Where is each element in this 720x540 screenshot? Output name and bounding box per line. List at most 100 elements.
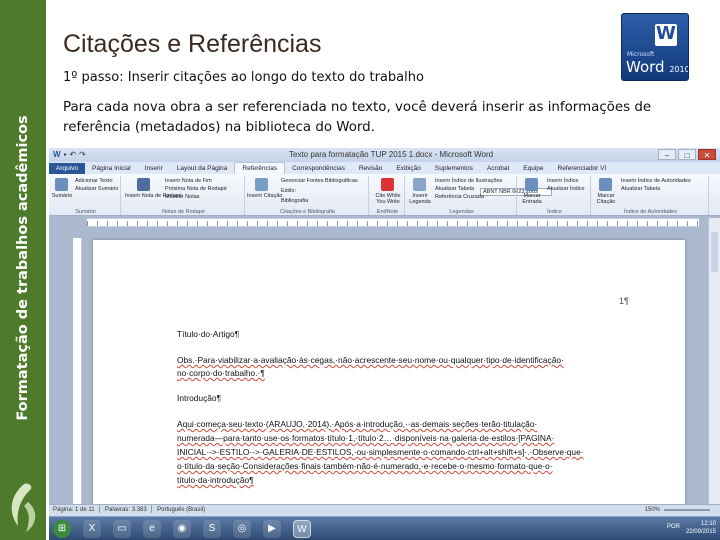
tray-clock[interactable]: 12:10 22/09/2015 (686, 520, 716, 536)
doc-line[interactable]: Título·do·Artigo¶ (177, 328, 239, 340)
word-w-icon: W (656, 23, 676, 44)
mark-entry-icon (525, 178, 538, 191)
slide: Formatação de trabalhos acadêmicos Citaç… (0, 0, 720, 540)
tray-locale[interactable]: POR (667, 524, 680, 530)
explorer-taskbar-icon[interactable]: ▭ (113, 520, 131, 538)
doc-line[interactable]: Obs.·Para·viabilizar·a·avaliação·às·cega… (177, 354, 564, 366)
tab-acrobat[interactable]: Acrobat (480, 163, 516, 174)
tab-suplementos[interactable]: Suplementos (428, 163, 480, 174)
ribbon-tabs: Arquivo Página Inicial Inserir Layout da… (49, 162, 720, 174)
tab-exibicao[interactable]: Exibição (389, 163, 428, 174)
leaf-logo-icon (11, 483, 36, 532)
window-controls: – □ ✕ (658, 149, 716, 160)
insert-footnote-button[interactable]: Inserir Nota de Rodapé (125, 193, 182, 199)
word-screenshot: W ▪ ↶ ↷ Texto para formatação TUP 2015 1… (49, 148, 720, 540)
cross-reference-button[interactable]: Referência Cruzada (435, 194, 484, 201)
status-language[interactable]: Português (Brasil) (157, 507, 205, 513)
group-indice: Marcar Entrada Inserir Índice Atualizar … (519, 176, 591, 215)
redo-icon[interactable]: ↷ (79, 150, 86, 160)
group-label-autoridades: Índice de Autoridades (624, 209, 677, 215)
insert-figures-index-button[interactable]: Inserir Índice de Ilustrações (435, 178, 502, 185)
ie-taskbar-icon[interactable]: e (143, 520, 161, 538)
status-zoom[interactable]: 150% (645, 507, 660, 513)
tab-arquivo[interactable]: Arquivo (49, 163, 86, 174)
status-words[interactable]: Palavras: 3.383 (105, 507, 147, 513)
update-table-button[interactable]: Atualizar Tabela (435, 186, 474, 193)
close-button[interactable]: ✕ (698, 149, 716, 160)
doc-line[interactable]: INICIAL·->·ESTILO·->·GALERIA·DE·ESTILOS,… (177, 446, 584, 458)
cite-while-you-write-button[interactable]: Cite While You Write (371, 193, 405, 205)
tab-inserir[interactable]: Inserir (138, 163, 170, 174)
style-label: Estilo: (281, 188, 296, 194)
group-label-indice: Índice (547, 209, 562, 215)
tab-correspondencias[interactable]: Correspondências (285, 163, 352, 174)
mark-entry-button[interactable]: Marcar Entrada (519, 193, 545, 205)
group-label-legendas: Legendas (449, 209, 474, 215)
insert-citation-button[interactable]: Inserir Citação (247, 193, 282, 199)
maximize-button[interactable]: □ (678, 149, 696, 160)
toc-button[interactable]: Sumário (51, 193, 73, 199)
tab-referencias[interactable]: Referências (234, 162, 286, 174)
doc-line[interactable]: título·da·introdução¶ (177, 474, 254, 486)
doc-line[interactable]: no·corpo·do·trabalho.·¶ (177, 367, 265, 379)
save-icon[interactable]: ▪ (64, 150, 67, 160)
vertical-scrollbar[interactable] (708, 218, 720, 504)
ribbon: Sumário Adicionar Texto Atualizar Sumári… (49, 174, 720, 216)
zoom-slider[interactable] (664, 509, 710, 511)
minimize-button[interactable]: – (658, 149, 676, 160)
endnote-icon (381, 178, 394, 191)
footnote-icon (137, 178, 150, 191)
add-text-button[interactable]: Adicionar Texto (75, 178, 113, 185)
horizontal-ruler[interactable] (87, 218, 699, 227)
mark-citation-icon (599, 178, 612, 191)
firefox-taskbar-icon[interactable]: ◎ (233, 520, 251, 538)
chrome-taskbar-icon[interactable]: ◉ (173, 520, 191, 538)
tab-revisao[interactable]: Revisão (352, 163, 389, 174)
group-label-sumario: Sumário (75, 209, 96, 215)
manage-sources-button[interactable]: Gerenciar Fontes Bibliográficas (281, 178, 358, 185)
insert-endnote-button[interactable]: Inserir Nota de Fim (165, 178, 212, 185)
document-page[interactable]: 1¶ Título·do·Artigo¶ Obs.·Para·viabiliza… (93, 240, 685, 510)
status-bar: Página: 1 de 11 │ Palavras: 3.383 │ Port… (49, 504, 720, 516)
toc-icon (55, 178, 68, 191)
doc-line[interactable]: Aqui·começa·seu·texto·(ARAUJO,·2014).·Ap… (177, 418, 537, 430)
word-2010-logo: W Microsoft Word 2010 (621, 13, 689, 81)
insert-index-button[interactable]: Inserir Índice (547, 178, 579, 185)
group-label-citacoes: Citações e Bibliografia (280, 209, 335, 215)
scrollbar-thumb[interactable] (711, 232, 718, 272)
doc-line[interactable]: Introdução¶ (177, 392, 221, 404)
tab-layout[interactable]: Layout da Página (170, 163, 235, 174)
window-title: Texto para formatação TUP 2015 1.docx - … (289, 150, 494, 159)
slide-subtitle: 1º passo: Inserir citações ao longo do t… (63, 70, 424, 85)
word-taskbar-icon[interactable]: W (293, 520, 311, 538)
doc-line[interactable]: numerada—para·tanto·use·os·formatos·títu… (177, 432, 554, 444)
group-citacoes: Inserir Citação Gerenciar Fontes Bibliog… (247, 176, 552, 215)
tab-equipe[interactable]: Equipe (516, 163, 550, 174)
excel-taskbar-icon[interactable]: X (83, 520, 101, 538)
insert-authorities-button[interactable]: Inserir Índice de Autoridades (621, 178, 691, 185)
mark-citation-button[interactable]: Marcar Citação (593, 193, 619, 205)
update-authorities-button[interactable]: Atualizar Tabela (621, 186, 660, 193)
skype-taskbar-icon[interactable]: S (203, 520, 221, 538)
tab-referenciador[interactable]: Referenciador VI (551, 163, 614, 174)
taskbar: ⊞ X ▭ e ◉ S ◎ ▶ W POR 12:10 22/09/2015 (49, 516, 720, 540)
word-app-icon[interactable]: W (53, 150, 61, 160)
tab-pagina-inicial[interactable]: Página Inicial (85, 163, 138, 174)
update-index-button[interactable]: Atualizar Índice (547, 186, 585, 193)
media-taskbar-icon[interactable]: ▶ (263, 520, 281, 538)
group-notas: Inserir Nota de Rodapé Inserir Nota de F… (123, 176, 245, 215)
insert-caption-button[interactable]: Inserir Legenda (407, 193, 433, 205)
undo-icon[interactable]: ↶ (69, 150, 76, 160)
tray-date: 22/09/2015 (685, 529, 716, 535)
insert-citation-icon (255, 178, 268, 191)
update-toc-button[interactable]: Atualizar Sumário (75, 186, 118, 193)
next-footnote-button[interactable]: Próxima Nota de Rodapé (165, 186, 227, 193)
vertical-ruler[interactable] (73, 238, 82, 528)
doc-line[interactable]: o·título·da·seção·Considerações·finais·t… (177, 460, 553, 472)
status-page[interactable]: Página: 1 de 11 (53, 507, 95, 513)
show-notes-button[interactable]: Mostrar Notas (165, 194, 200, 201)
group-label-notas: Notas de Rodapé (162, 209, 205, 215)
window-titlebar: W ▪ ↶ ↷ Texto para formatação TUP 2015 1… (49, 148, 720, 162)
start-button[interactable]: ⊞ (53, 520, 71, 538)
bibliography-button[interactable]: Bibliografia (281, 198, 308, 205)
